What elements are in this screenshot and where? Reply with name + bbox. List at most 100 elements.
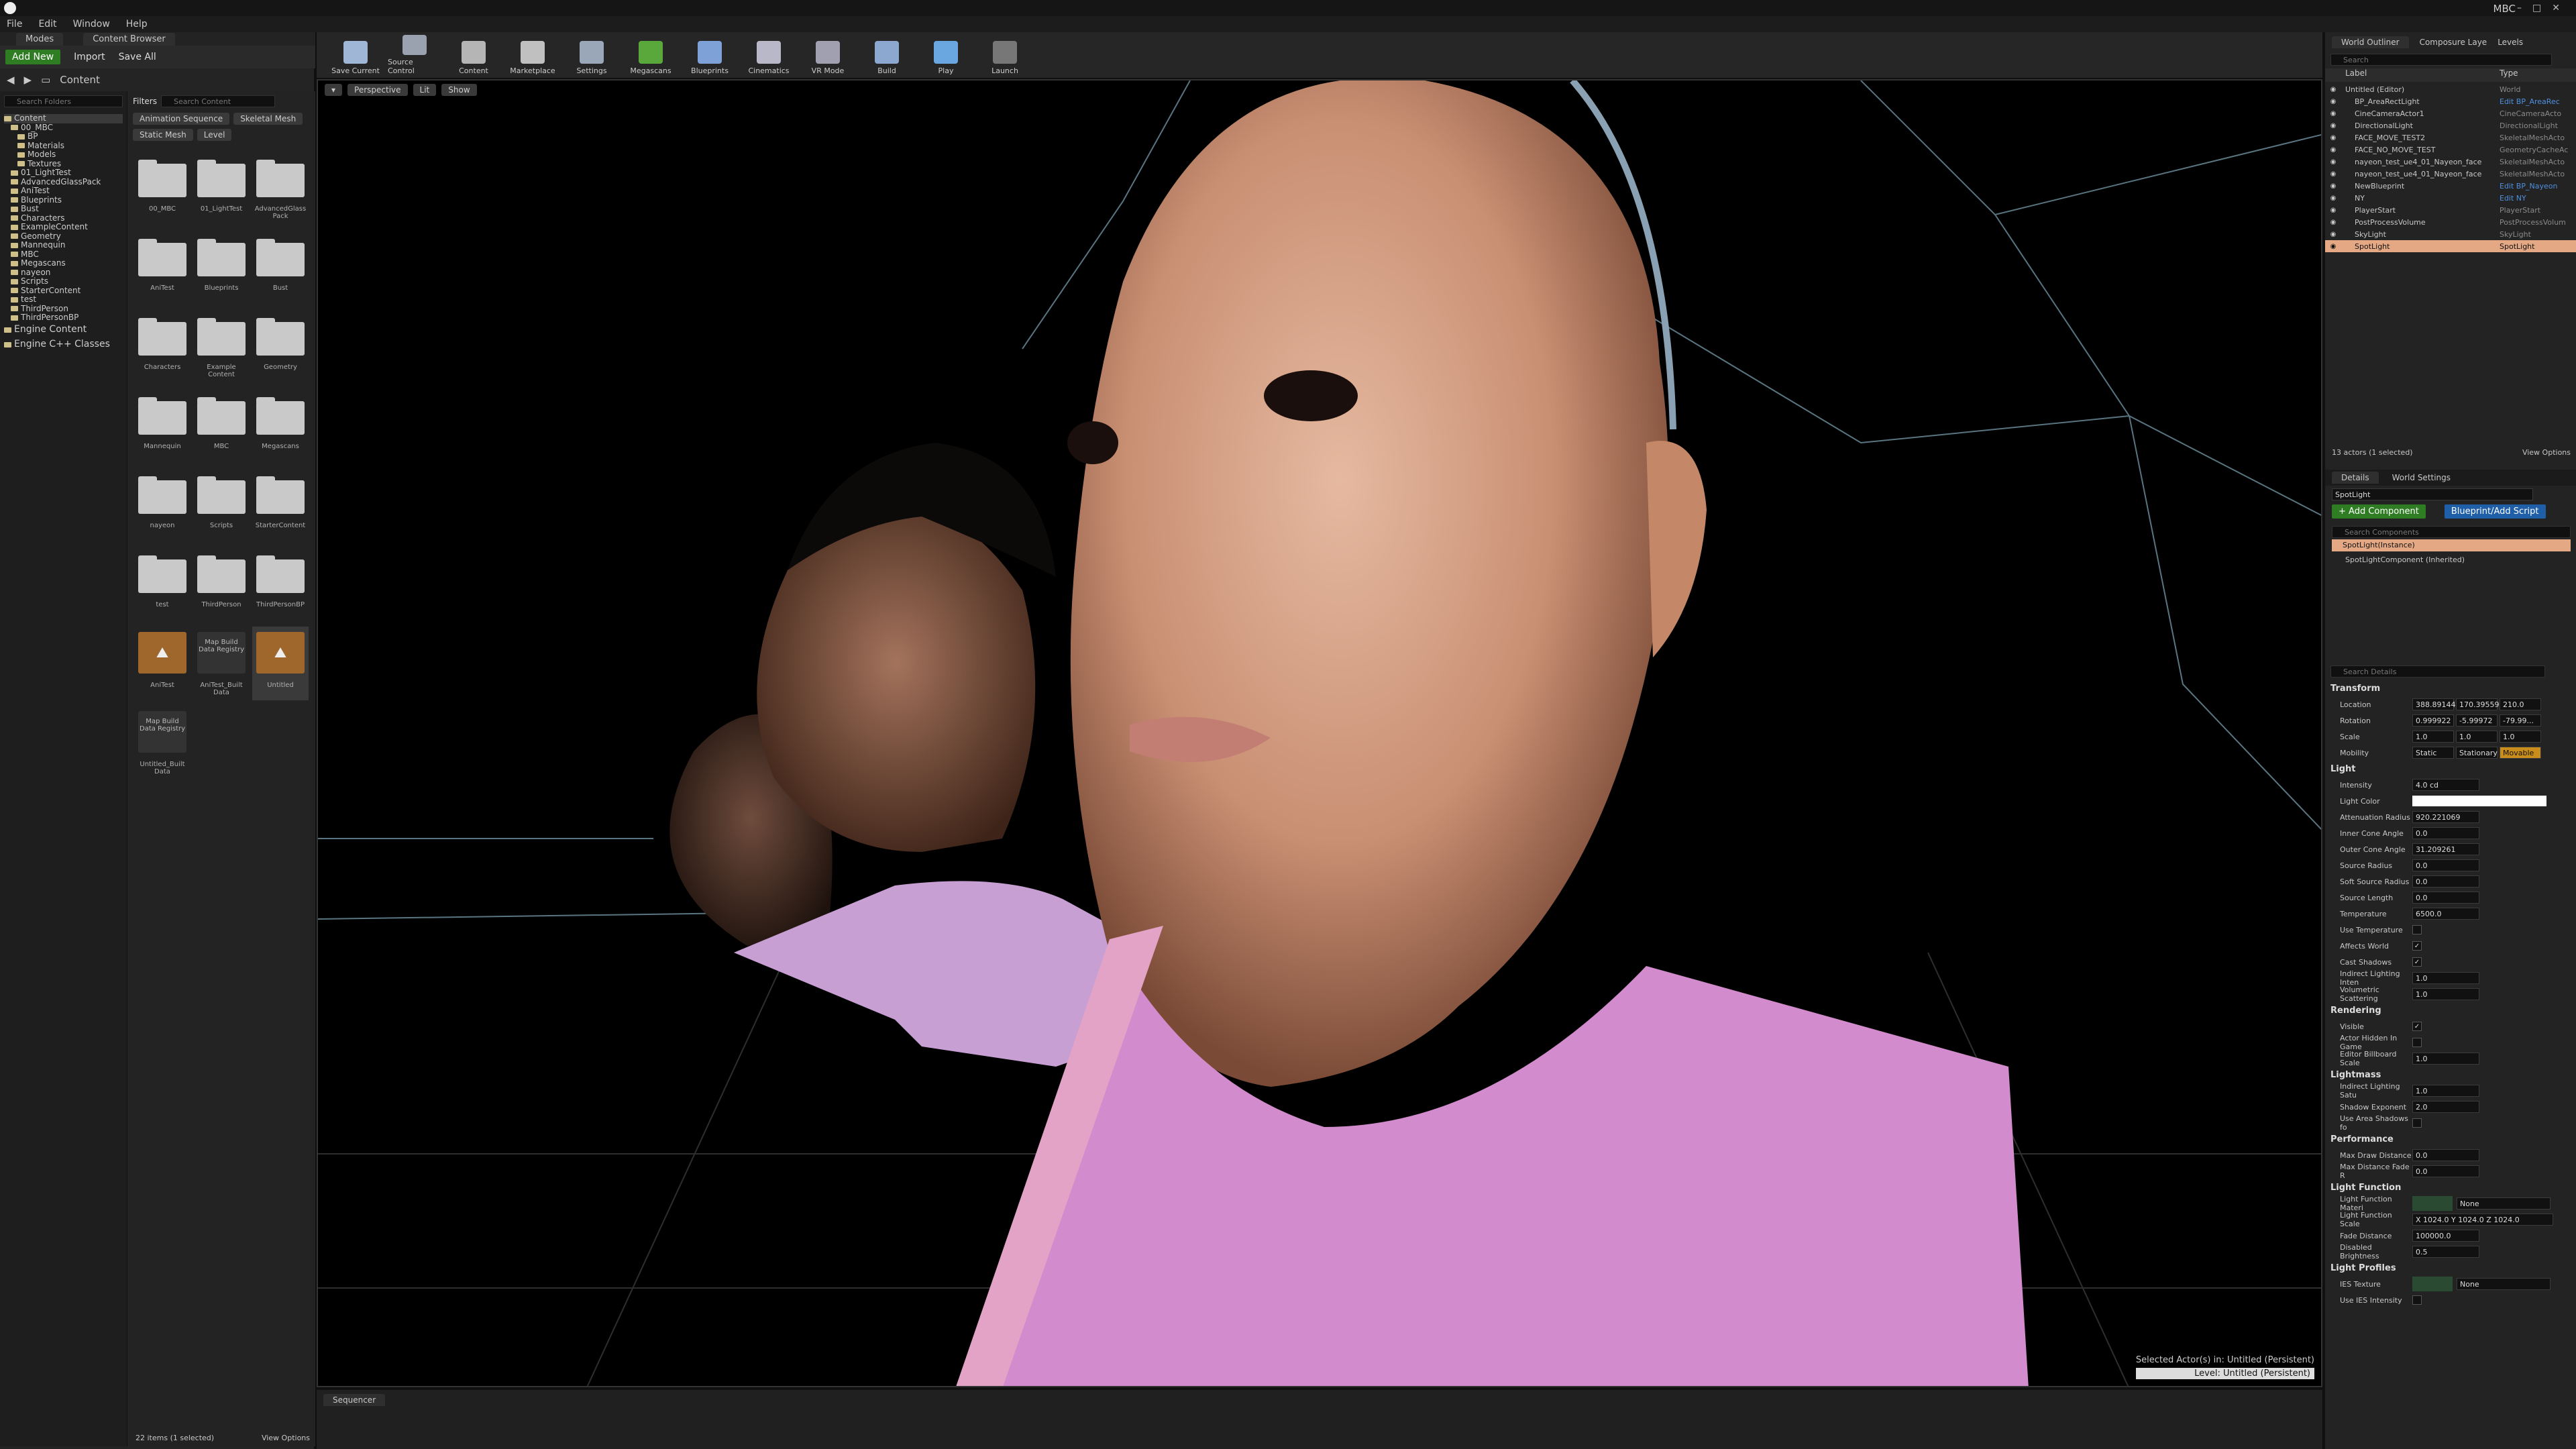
outliner-row[interactable]: ◉ PlayerStart PlayerStart	[2325, 204, 2576, 216]
view-options-button[interactable]: View Options	[262, 1434, 310, 1442]
scale-field[interactable]: 1.0	[2500, 731, 2541, 743]
property-value-input[interactable]: 1.0	[2412, 972, 2479, 984]
eye-icon[interactable]: ◉	[2325, 182, 2341, 190]
section-header[interactable]: Rendering	[2325, 1002, 2576, 1018]
tab-content-browser[interactable]: Content Browser	[83, 32, 175, 46]
eye-icon[interactable]: ◉	[2325, 146, 2341, 154]
filter-tag[interactable]: Level	[197, 129, 232, 141]
instance-row[interactable]: SpotLight(Instance)	[2332, 539, 2571, 551]
asset-tile[interactable]: Bust	[252, 231, 309, 305]
checkbox[interactable]: ✓	[2412, 1022, 2422, 1031]
tree-item[interactable]: AdvancedGlassPack	[4, 177, 123, 187]
asset-tile[interactable]: AniTest	[134, 231, 191, 305]
filter-tag[interactable]: Animation Sequence	[133, 113, 230, 125]
filter-tag[interactable]: Skeletal Mesh	[233, 113, 303, 125]
color-swatch[interactable]	[2412, 796, 2546, 806]
outliner-row[interactable]: ◉ nayeon_test_ue4_01_Nayeon_face SkeletalM…	[2325, 168, 2576, 180]
checkbox[interactable]	[2412, 1295, 2422, 1305]
property-value-input[interactable]: 0.0	[2412, 892, 2479, 904]
property-value-input[interactable]: 1.0	[2412, 1053, 2479, 1065]
mobility-option[interactable]: Static	[2412, 747, 2454, 759]
col-label[interactable]: Label	[2325, 68, 2500, 82]
asset-tile[interactable]: 01_LightTest	[193, 152, 250, 225]
search-content-input[interactable]: Search Content	[160, 95, 275, 107]
asset-picker[interactable]: None	[2457, 1197, 2551, 1210]
asset-tile[interactable]: Scripts	[193, 468, 250, 542]
eye-icon[interactable]: ◉	[2325, 207, 2341, 214]
asset-tile[interactable]: Characters	[134, 310, 191, 384]
eye-icon[interactable]: ◉	[2325, 122, 2341, 129]
asset-tile[interactable]: test	[134, 547, 191, 621]
eye-icon[interactable]: ◉	[2325, 243, 2341, 250]
tab-modes[interactable]: Modes	[16, 32, 64, 46]
tree-item[interactable]: ThirdPersonBP	[4, 313, 123, 323]
eye-icon[interactable]: ◉	[2325, 110, 2341, 117]
asset-tile[interactable]: Example Content	[193, 310, 250, 384]
tree-item[interactable]: ThirdPerson	[4, 304, 123, 314]
checkbox[interactable]: ✓	[2412, 957, 2422, 967]
property-value-input[interactable]: 4.0 cd	[2412, 779, 2479, 791]
blueprint-button[interactable]: Blueprint/Add Script	[2444, 504, 2546, 519]
import-button[interactable]: Import	[74, 52, 105, 62]
eye-icon[interactable]: ◉	[2325, 170, 2341, 178]
eye-icon[interactable]: ◉	[2325, 195, 2341, 202]
section-header[interactable]: Performance	[2325, 1131, 2576, 1147]
tree-item[interactable]: ExampleContent	[4, 222, 123, 232]
tab-sequencer[interactable]: Sequencer	[323, 1394, 386, 1406]
eye-icon[interactable]: ◉	[2325, 219, 2341, 226]
property-value-input[interactable]: 920.221069	[2412, 811, 2479, 823]
toolbar-save-current-button[interactable]: Save Current	[329, 35, 382, 75]
property-value-input[interactable]: 0.0	[2412, 875, 2479, 888]
rotation-field[interactable]: -5.99972	[2456, 714, 2498, 727]
toolbar-settings-button[interactable]: Settings	[565, 35, 619, 75]
section-header[interactable]: Light Profiles	[2325, 1260, 2576, 1276]
level-viewport[interactable]: ▾ Perspective Lit Show Selected Actor(s)…	[317, 79, 2322, 1387]
search-details-input[interactable]: Search Details	[2330, 665, 2545, 678]
section-header[interactable]: Transform	[2325, 680, 2576, 696]
viewport-options-button[interactable]: ▾	[325, 84, 343, 96]
eye-icon[interactable]: ◉	[2325, 231, 2341, 238]
show-button[interactable]: Show	[441, 84, 477, 96]
outliner-row[interactable]: ◉ NewBlueprint Edit BP_Nayeon	[2325, 180, 2576, 192]
property-value-input[interactable]: 0.0	[2412, 827, 2479, 839]
section-header[interactable]: Lightmass	[2325, 1067, 2576, 1083]
outliner-row[interactable]: ◉ nayeon_test_ue4_01_Nayeon_face SkeletalM…	[2325, 156, 2576, 168]
tree-item[interactable]: nayeon	[4, 268, 123, 278]
tree-item[interactable]: Engine C++ Classes	[4, 337, 123, 352]
property-value-input[interactable]: 1.0	[2412, 1085, 2479, 1097]
tree-item[interactable]: Models	[4, 150, 123, 160]
tree-item[interactable]: 01_LightTest	[4, 168, 123, 178]
asset-tile[interactable]: 00_MBC	[134, 152, 191, 225]
outliner-row[interactable]: ◉ FACE_NO_MOVE_TEST GeometryCacheAc	[2325, 144, 2576, 156]
checkbox[interactable]: ✓	[2412, 941, 2422, 951]
asset-tile[interactable]: ThirdPerson	[193, 547, 250, 621]
tab-composure[interactable]: Composure Laye	[2420, 38, 2487, 47]
add-component-button[interactable]: + Add Component	[2332, 504, 2426, 519]
toolbar-blueprints-button[interactable]: Blueprints	[683, 35, 737, 75]
toolbar-source-control-button[interactable]: Source Control	[388, 35, 441, 75]
location-field[interactable]: 210.0	[2500, 698, 2541, 710]
mobility-option[interactable]: Stationary	[2456, 747, 2498, 759]
tree-item[interactable]: AniTest	[4, 186, 123, 196]
property-value-input[interactable]: X 1024.0 Y 1024.0 Z 1024.0	[2412, 1214, 2553, 1226]
asset-tile[interactable]: nayeon	[134, 468, 191, 542]
asset-tile[interactable]: ThirdPersonBP	[252, 547, 309, 621]
toolbar-cinematics-button[interactable]: Cinematics	[742, 35, 796, 75]
menu-edit[interactable]: Edit	[38, 19, 56, 30]
property-value-input[interactable]: 1.0	[2412, 988, 2479, 1000]
section-header[interactable]: Light	[2325, 761, 2576, 777]
filter-tag[interactable]: Static Mesh	[133, 129, 193, 141]
tree-item[interactable]: Geometry	[4, 231, 123, 241]
outliner-row[interactable]: ◉ PostProcessVolume PostProcessVolum	[2325, 216, 2576, 228]
asset-tile[interactable]: MBC	[193, 389, 250, 463]
tree-item[interactable]: Characters	[4, 213, 123, 223]
outliner-row[interactable]: ◉ DirectionalLight DirectionalLight	[2325, 119, 2576, 131]
outliner-view-options[interactable]: View Options	[2522, 448, 2571, 462]
tree-item[interactable]: Megascans	[4, 258, 123, 268]
outliner-row[interactable]: ◉ SkyLight SkyLight	[2325, 228, 2576, 240]
tree-item[interactable]: 00_MBC	[4, 123, 123, 133]
tab-details[interactable]: Details	[2332, 472, 2379, 484]
tab-world-settings[interactable]: World Settings	[2392, 473, 2451, 482]
lit-button[interactable]: Lit	[413, 84, 437, 96]
scale-field[interactable]: 1.0	[2412, 731, 2454, 743]
